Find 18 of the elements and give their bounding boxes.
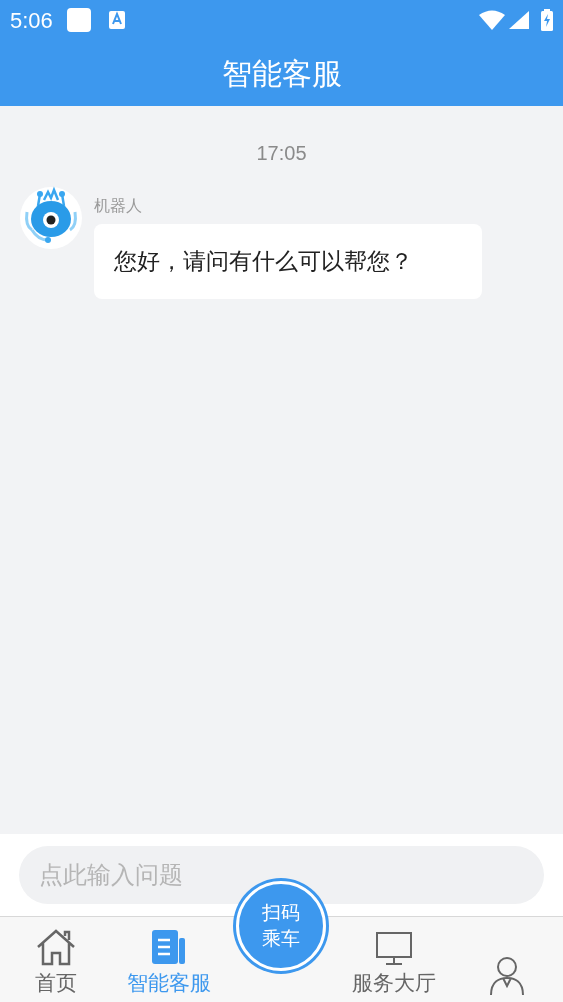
scan-ride-button[interactable]: 扫码 乘车 bbox=[236, 881, 327, 971]
header-title: 智能客服 bbox=[221, 55, 342, 92]
status-time: 5:06 bbox=[10, 6, 53, 35]
monitor-icon bbox=[376, 932, 413, 966]
nav-tab[interactable]: 服务大厅 bbox=[337, 917, 451, 1002]
robot-avatar-icon bbox=[18, 186, 84, 250]
nav-tab[interactable]: 首页 bbox=[0, 917, 113, 1002]
document-icon bbox=[151, 930, 186, 966]
wifi-icon bbox=[479, 10, 505, 30]
question-input[interactable]: 点此输入问题 bbox=[19, 846, 544, 904]
sender-name: 机器人 bbox=[94, 196, 143, 216]
message-bubble: 您好，请问有什么可以帮您？ bbox=[94, 224, 482, 299]
signal-icon bbox=[509, 11, 529, 29]
nav-tab[interactable]: 智能客服 bbox=[112, 917, 226, 1002]
battery-icon bbox=[541, 9, 553, 31]
chat-timestamp: 17:05 bbox=[256, 141, 307, 166]
translate-icon bbox=[108, 11, 125, 29]
person-icon bbox=[488, 956, 525, 996]
